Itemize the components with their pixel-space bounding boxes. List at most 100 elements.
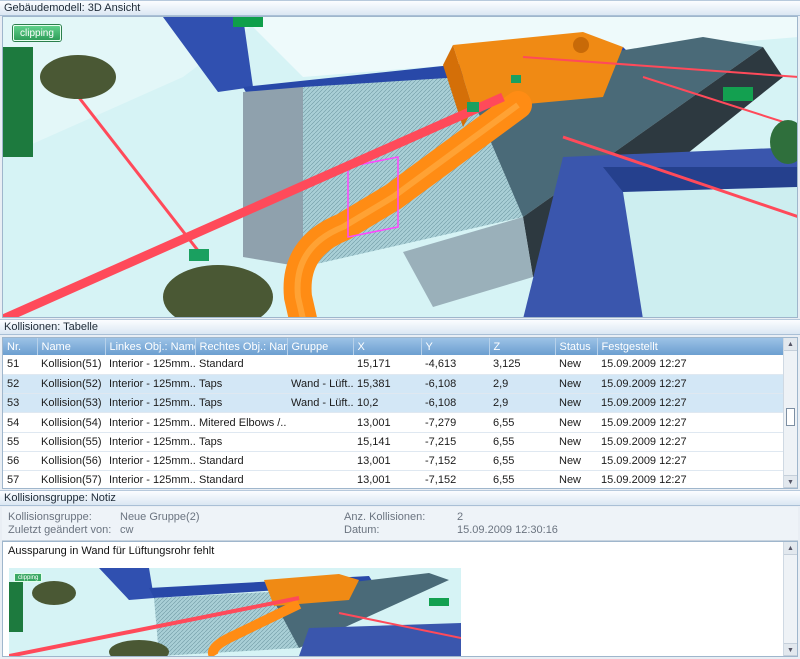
table-body: 51 Kollision(51) Interior - 125mm... Standa…: [3, 355, 785, 488]
column-header[interactable]: Y: [421, 338, 490, 355]
table-cell: 6,55: [489, 432, 555, 452]
table-cell: 54: [3, 412, 37, 433]
table-cell: -6,108: [421, 393, 489, 414]
table-cell: -6,108: [421, 374, 489, 395]
table-cell: 15.09.2009 12:27: [597, 451, 785, 472]
scroll-up-icon[interactable]: ▲: [784, 338, 797, 351]
column-header[interactable]: Nr.: [3, 338, 38, 355]
table-row[interactable]: 53 Kollision(53) Interior - 125mm... Taps Wa…: [3, 393, 785, 414]
table-cell: New: [555, 412, 597, 433]
table-cell: -7,215: [421, 432, 489, 452]
table-cell: 53: [3, 393, 37, 414]
table-cell: -7,152: [421, 470, 489, 488]
table-cell: 15.09.2009 12:27: [597, 470, 785, 488]
column-header[interactable]: Linkes Obj.: Name: [105, 338, 196, 355]
table-cell: 15,381: [353, 374, 421, 395]
table-cell: [287, 451, 353, 472]
column-header[interactable]: Gruppe: [287, 338, 354, 355]
group-value: Neue Gruppe(2): [120, 511, 200, 523]
clipping-toggle-button[interactable]: clipping: [13, 25, 61, 41]
table-cell: Standard: [195, 355, 287, 375]
table-cell: 15.09.2009 12:27: [597, 393, 785, 414]
table-cell: New: [555, 393, 597, 414]
date-label: Datum:: [344, 524, 380, 536]
note-info-panel: Kollisionsgruppe: Neue Gruppe(2) Zuletzt…: [2, 507, 798, 541]
table-cell: Kollision(55): [37, 432, 105, 452]
table-cell: 52: [3, 374, 37, 395]
table-row[interactable]: 52 Kollision(52) Interior - 125mm... Taps Wa…: [3, 374, 785, 395]
table-cell: Wand - Lüft...: [287, 393, 353, 414]
table-cell: Mitered Elbows /...: [195, 412, 287, 433]
column-header[interactable]: Name: [37, 338, 106, 355]
model-3d-viewport[interactable]: clipping: [2, 16, 798, 318]
table-cell: Interior - 125mm...: [105, 355, 195, 375]
note-pane-title: Kollisionsgruppe: Notiz: [0, 490, 800, 506]
table-cell: -4,613: [421, 355, 489, 375]
collision-table: Nr. Name Linkes Obj.: Name Rechtes Obj.: Na…: [2, 337, 798, 489]
note-screenshot-thumbnail: clipping: [9, 568, 461, 656]
table-cell: 2,9: [489, 393, 555, 414]
table-cell: 55: [3, 432, 37, 452]
table-cell: [287, 412, 353, 433]
table-cell: Kollision(51): [37, 355, 105, 375]
column-header[interactable]: Status: [555, 338, 598, 355]
table-cell: New: [555, 451, 597, 472]
note-text: Aussparung in Wand für Lüftungsrohr fehl…: [8, 545, 215, 557]
model-3d-render[interactable]: [3, 17, 798, 318]
table-cell: Taps: [195, 432, 287, 452]
table-cell: 3,125: [489, 355, 555, 375]
table-cell: 6,55: [489, 412, 555, 433]
table-cell: Taps: [195, 374, 287, 395]
table-cell: -7,152: [421, 451, 489, 472]
table-cell: 10,2: [353, 393, 421, 414]
group-label: Kollisionsgruppe:: [8, 511, 92, 523]
note-scroll-down-icon[interactable]: ▼: [784, 643, 797, 656]
table-cell: Kollision(57): [37, 470, 105, 488]
changed-by-value: cw: [120, 524, 134, 536]
note-scroll-up-icon[interactable]: ▲: [784, 542, 797, 555]
table-cell: Standard: [195, 451, 287, 472]
table-cell: Interior - 125mm...: [105, 432, 195, 452]
thumb-clipping-badge: clipping: [14, 573, 43, 582]
table-cell: 13,001: [353, 412, 421, 433]
table-cell: Interior - 125mm...: [105, 451, 195, 472]
table-cell: New: [555, 470, 597, 488]
note-scrollbar[interactable]: ▲ ▼: [783, 542, 797, 656]
table-cell: Interior - 125mm...: [105, 470, 195, 488]
table-cell: New: [555, 355, 597, 375]
table-cell: Kollision(56): [37, 451, 105, 472]
date-value: 15.09.2009 12:30:16: [457, 524, 558, 536]
table-cell: 15,171: [353, 355, 421, 375]
table-cell: 2,9: [489, 374, 555, 395]
column-header[interactable]: Rechtes Obj.: Name: [195, 338, 288, 355]
table-pane-title: Kollisionen: Tabelle: [0, 319, 800, 335]
table-cell: Interior - 125mm...: [105, 393, 195, 414]
table-cell: [287, 470, 353, 488]
column-header[interactable]: Festgestellt: [597, 338, 786, 355]
note-text-area[interactable]: Aussparung in Wand für Lüftungsrohr fehl…: [2, 541, 798, 657]
table-header-row: Nr. Name Linkes Obj.: Name Rechtes Obj.: Na…: [3, 338, 786, 355]
table-scrollbar[interactable]: ▲ ▼: [783, 338, 797, 488]
table-cell: Kollision(52): [37, 374, 105, 395]
table-row[interactable]: 54 Kollision(54) Interior - 125mm... Mitere…: [3, 412, 785, 433]
table-cell: -7,279: [421, 412, 489, 433]
table-cell: Kollision(53): [37, 393, 105, 414]
table-row[interactable]: 55 Kollision(55) Interior - 125mm... Taps 15…: [3, 432, 785, 452]
table-cell: Taps: [195, 393, 287, 414]
table-row[interactable]: 51 Kollision(51) Interior - 125mm... Standa…: [3, 355, 785, 375]
table-cell: 15.09.2009 12:27: [597, 374, 785, 395]
column-header[interactable]: Z: [489, 338, 556, 355]
scroll-down-icon[interactable]: ▼: [784, 475, 797, 488]
table-cell: New: [555, 432, 597, 452]
table-row[interactable]: 56 Kollision(56) Interior - 125mm... Standa…: [3, 451, 785, 472]
table-row[interactable]: 57 Kollision(57) Interior - 125mm... Standa…: [3, 470, 785, 488]
table-cell: 15.09.2009 12:27: [597, 355, 785, 375]
table-cell: 13,001: [353, 470, 421, 488]
table-cell: [287, 355, 353, 375]
table-cell: 6,55: [489, 470, 555, 488]
scroll-thumb[interactable]: [786, 408, 795, 426]
table-cell: 6,55: [489, 451, 555, 472]
view3d-pane-title: Gebäudemodell: 3D Ansicht: [0, 0, 800, 16]
column-header[interactable]: X: [353, 338, 422, 355]
table-cell: New: [555, 374, 597, 395]
